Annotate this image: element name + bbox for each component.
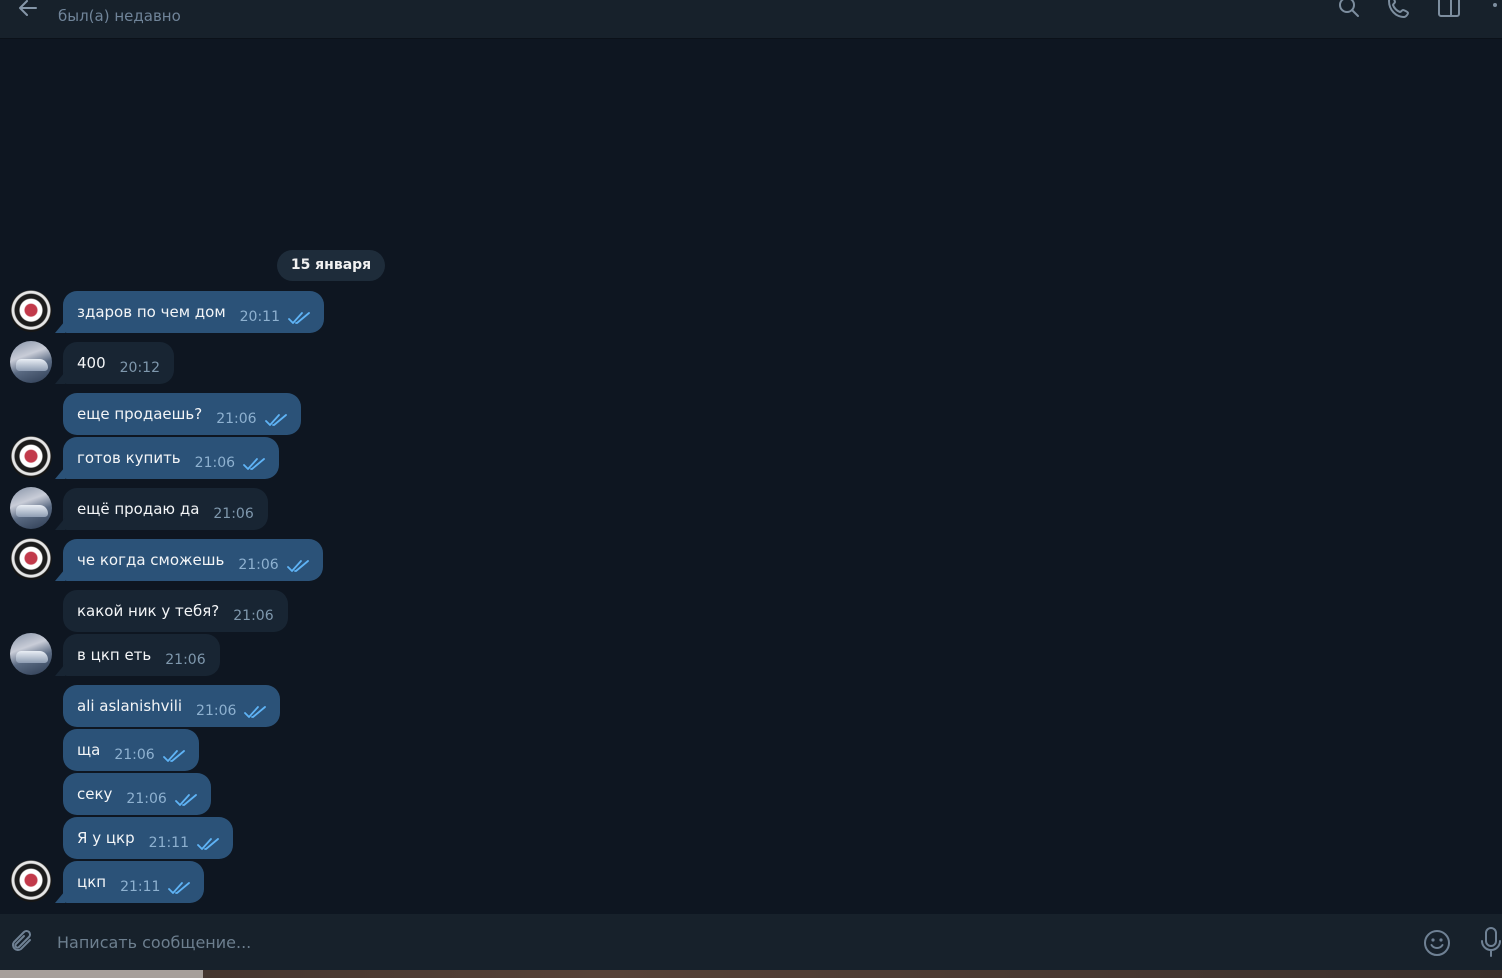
message-row: цкп 21:11 — [63, 860, 205, 903]
message-text: в цкп еть — [77, 646, 152, 664]
message-row: че когда сможешь 21:06 — [63, 538, 323, 581]
incoming-message[interactable]: в цкп еть 21:06 — [63, 634, 220, 676]
taskbar-progress — [0, 970, 203, 978]
double-check-icon — [264, 414, 287, 426]
double-check-icon — [243, 458, 265, 470]
emoji-icon[interactable] — [1422, 928, 1452, 958]
message-text: ещё продаю да — [77, 500, 200, 518]
contact-status: был(а) недавно — [58, 7, 181, 25]
message-row: готов купить 21:06 — [63, 436, 280, 479]
incoming-message[interactable]: ещё продаю да 21:06 — [63, 488, 268, 530]
message-text: здаров по чем дом — [77, 303, 226, 321]
message-text: 400 — [77, 354, 106, 372]
message-row: здаров по чем дом 20:11 — [63, 290, 324, 333]
message-text: ali aslanishvili — [77, 697, 183, 715]
outgoing-message[interactable]: че когда сможешь 21:06 — [63, 539, 323, 581]
message-time: 21:06 — [233, 608, 274, 624]
message-row: ещё продаю да 21:06 — [63, 487, 268, 530]
message-row: какой ник у тебя? 21:06 — [63, 589, 288, 632]
double-check-icon — [168, 882, 191, 894]
sidebar-toggle-icon[interactable] — [1436, 0, 1462, 20]
outgoing-message[interactable]: ali aslanishvili 21:06 — [63, 685, 281, 727]
contact-avatar[interactable] — [10, 633, 52, 675]
message-time: 20:12 — [119, 360, 160, 376]
chat-header: был(а) недавно — [0, 0, 1502, 39]
message-text: еще продаешь? — [77, 405, 203, 423]
more-vertical-icon[interactable] — [1482, 0, 1502, 20]
message-time: 20:11 — [239, 309, 280, 325]
message-text: какой ник у тебя? — [77, 602, 220, 620]
user-avatar[interactable] — [10, 538, 52, 580]
contact-avatar[interactable] — [10, 487, 52, 529]
user-avatar[interactable] — [10, 290, 52, 332]
outgoing-message[interactable]: Я у цкр 21:11 — [63, 817, 233, 859]
bottom-strip — [0, 970, 1502, 978]
phone-icon[interactable] — [1386, 0, 1412, 20]
outgoing-message[interactable]: цкп 21:11 — [63, 861, 205, 903]
message-text: ща — [77, 741, 101, 759]
message-text: готов купить — [77, 449, 181, 467]
message-time: 21:06 — [213, 506, 254, 522]
double-check-icon — [162, 750, 185, 762]
paperclip-icon[interactable] — [10, 928, 36, 956]
user-avatar[interactable] — [10, 860, 52, 902]
message-row: 400 20:12 — [63, 341, 174, 384]
user-avatar[interactable] — [10, 436, 52, 478]
message-text: Я у цкр — [77, 829, 135, 847]
message-text: секу — [77, 785, 113, 803]
back-arrow-icon[interactable] — [14, 0, 42, 22]
message-row: еще продаешь? 21:06 — [63, 392, 301, 435]
message-text: цкп — [77, 873, 107, 891]
outgoing-message[interactable]: готов купить 21:06 — [63, 437, 280, 479]
message-composer — [0, 914, 1502, 970]
double-check-icon — [286, 560, 309, 572]
message-time: 21:06 — [238, 557, 279, 573]
message-time: 21:06 — [194, 455, 236, 471]
contact-avatar[interactable] — [10, 341, 52, 383]
message-row: Я у цкр 21:11 — [63, 816, 233, 859]
message-time: 21:06 — [196, 703, 237, 719]
message-row: ща 21:06 — [63, 728, 199, 771]
outgoing-message[interactable]: здаров по чем дом 20:11 — [63, 291, 324, 333]
microphone-icon[interactable] — [1478, 926, 1502, 958]
outgoing-message[interactable]: ща 21:06 — [63, 729, 199, 771]
outgoing-message[interactable]: еще продаешь? 21:06 — [63, 393, 301, 435]
message-time: 21:06 — [165, 652, 206, 668]
message-text: че когда сможешь — [77, 551, 225, 569]
search-icon[interactable] — [1336, 0, 1362, 20]
message-row: в цкп еть 21:06 — [63, 633, 220, 676]
double-check-icon — [244, 706, 267, 718]
message-time: 21:11 — [120, 879, 161, 895]
message-input[interactable] — [46, 920, 1428, 964]
message-row: секу 21:06 — [63, 772, 211, 815]
double-check-icon — [174, 794, 197, 806]
incoming-message[interactable]: 400 20:12 — [63, 342, 174, 384]
incoming-message[interactable]: какой ник у тебя? 21:06 — [63, 590, 288, 632]
date-separator: 15 января — [277, 250, 385, 281]
message-row: ali aslanishvili 21:06 — [63, 684, 281, 727]
outgoing-message[interactable]: секу 21:06 — [63, 773, 211, 815]
double-check-icon — [288, 312, 310, 324]
double-check-icon — [197, 838, 219, 850]
